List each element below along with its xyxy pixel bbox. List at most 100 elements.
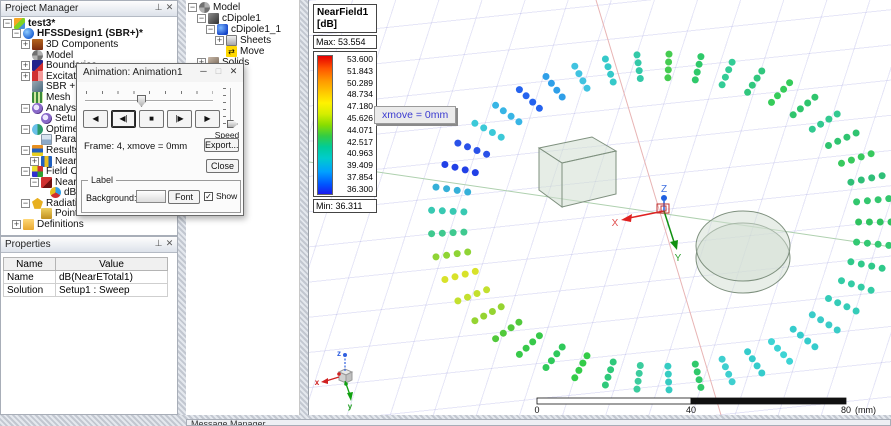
collapse-toggle-icon[interactable]: − [3, 19, 12, 28]
expand-toggle-icon[interactable]: + [21, 72, 30, 81]
tree-item-hfssdesign1-sbr[interactable]: −HFSSDesign1 (SBR+)* [1, 29, 177, 40]
step-forward-button[interactable]: |▶ [167, 110, 192, 128]
field-dot [443, 252, 450, 259]
collapse-toggle-icon[interactable]: − [197, 14, 206, 23]
tree-item-3d-components[interactable]: +3D Components [1, 39, 177, 50]
field-dot [725, 371, 732, 378]
field-dot [579, 77, 586, 84]
field-dot [888, 219, 891, 226]
minimize-icon[interactable]: ─ [196, 66, 211, 76]
field-dot [607, 71, 614, 78]
checkbox-icon[interactable]: ✓ [204, 192, 213, 201]
maximize-icon[interactable]: □ [211, 66, 226, 76]
tree-item-cdipole1[interactable]: −cDipole1 [186, 13, 299, 24]
field-dot [602, 382, 609, 389]
message-manager-bar[interactable]: Message Manager [186, 419, 891, 426]
step-back-button[interactable]: ◀| [111, 110, 136, 128]
background-color-button[interactable] [136, 190, 166, 203]
collapse-toggle-icon[interactable]: − [21, 125, 30, 134]
tree-item-model[interactable]: −Model [186, 2, 299, 13]
field-dot [838, 277, 845, 284]
field-dot [868, 287, 875, 294]
show-checkbox[interactable]: ✓ Show [204, 191, 237, 201]
property-name-cell[interactable]: Name [4, 271, 56, 284]
close-icon[interactable]: ✕ [164, 2, 175, 13]
field-dot [864, 197, 871, 204]
play-forward-button[interactable]: ▶ [195, 110, 220, 128]
field-dot [834, 327, 841, 334]
xmove-annotation[interactable]: xmove = 0mm [374, 106, 456, 124]
triad-z-label: z [337, 349, 341, 358]
close-button[interactable]: Close [206, 159, 239, 173]
expand-toggle-icon[interactable]: + [12, 220, 21, 229]
stop-button[interactable]: ■ [139, 110, 164, 128]
animation-dialog-titlebar[interactable]: Animation: Animation1 ─□✕ [77, 64, 243, 82]
field-dot [694, 69, 701, 76]
animation-dialog[interactable]: Animation: Animation1 ─□✕ ◀◀|■|▶▶ Speed … [76, 63, 244, 216]
collapse-toggle-icon[interactable]: − [21, 146, 30, 155]
field-dot [797, 105, 804, 112]
expand-toggle-icon[interactable]: + [215, 36, 224, 45]
collapse-toggle-icon[interactable]: − [12, 29, 21, 38]
frame-slider-track[interactable] [85, 100, 213, 102]
field-dot [464, 143, 471, 150]
viewport-canvas[interactable]: X Y Z x y [309, 0, 891, 415]
pin-icon[interactable]: ⊥ [153, 238, 164, 249]
frame-slider-thumb[interactable] [137, 95, 146, 107]
field-dot [758, 370, 765, 377]
tree-item-test3[interactable]: −test3* [1, 18, 177, 29]
3d-modeler-viewport[interactable]: X Y Z x y [308, 0, 891, 415]
collapse-toggle-icon[interactable]: − [206, 25, 215, 34]
field-dot [853, 239, 860, 246]
tree-item-model[interactable]: Model [1, 50, 177, 61]
tree-item-label: Sheets [240, 35, 271, 46]
collapse-toggle-icon[interactable]: − [188, 3, 197, 12]
x-axis-label: X [612, 218, 619, 229]
field-dot [858, 177, 865, 184]
expand-toggle-icon[interactable]: + [30, 157, 39, 166]
field-dot [543, 73, 550, 80]
field-dot [847, 258, 854, 265]
y-axis-label: Y [675, 253, 682, 264]
field-dot [575, 70, 582, 77]
panel-splitter-vertical[interactable] [300, 0, 308, 415]
close-icon[interactable]: ✕ [226, 66, 241, 77]
close-icon[interactable]: ✕ [164, 238, 175, 249]
tree-item-cdipole1-1[interactable]: −cDipole1_1 [186, 24, 299, 35]
field-dot [634, 386, 641, 393]
speed-slider-thumb[interactable] [227, 120, 238, 128]
expand-toggle-icon[interactable]: + [21, 61, 30, 70]
field-dot [665, 379, 672, 386]
property-row[interactable]: SolutionSetup1 : Sweep [4, 284, 168, 297]
field-dot [529, 338, 536, 345]
field-dot [605, 374, 612, 381]
pin-icon[interactable]: ⊥ [153, 2, 164, 13]
field-dot [843, 134, 850, 141]
property-name-cell[interactable]: Solution [4, 284, 56, 297]
cylinder-solid[interactable] [696, 211, 790, 293]
collapse-toggle-icon[interactable]: − [21, 104, 30, 113]
field-dot [602, 56, 609, 63]
box-solid[interactable] [539, 137, 616, 207]
field-dot [811, 94, 818, 101]
tree-item-move[interactable]: ⇄Move [186, 46, 299, 57]
property-value-cell[interactable]: dB(NearETotal1) [56, 271, 168, 284]
model-icon [32, 50, 43, 61]
tree-item-sheets[interactable]: + Sheets [186, 35, 299, 46]
field-dot [780, 86, 787, 93]
property-row[interactable]: NamedB(NearETotal1) [4, 271, 168, 284]
legend-tick-value: 50.289 [335, 78, 375, 90]
legend-min: Min: 36.311 [313, 199, 377, 213]
collapse-toggle-icon[interactable]: − [30, 178, 39, 187]
design-icon [23, 28, 34, 39]
export-button[interactable]: Export... [204, 138, 239, 152]
legend-tick-value: 48.734 [335, 89, 375, 101]
tree-item-definitions[interactable]: +Definitions [1, 219, 177, 230]
tree-item-label: Mesh [46, 92, 70, 103]
play-reverse-button[interactable]: ◀ [83, 110, 108, 128]
collapse-toggle-icon[interactable]: − [21, 167, 30, 176]
property-value-cell[interactable]: Setup1 : Sweep [56, 284, 168, 297]
collapse-toggle-icon[interactable]: − [21, 199, 30, 208]
expand-toggle-icon[interactable]: + [21, 40, 30, 49]
font-button[interactable]: Font [168, 190, 200, 204]
